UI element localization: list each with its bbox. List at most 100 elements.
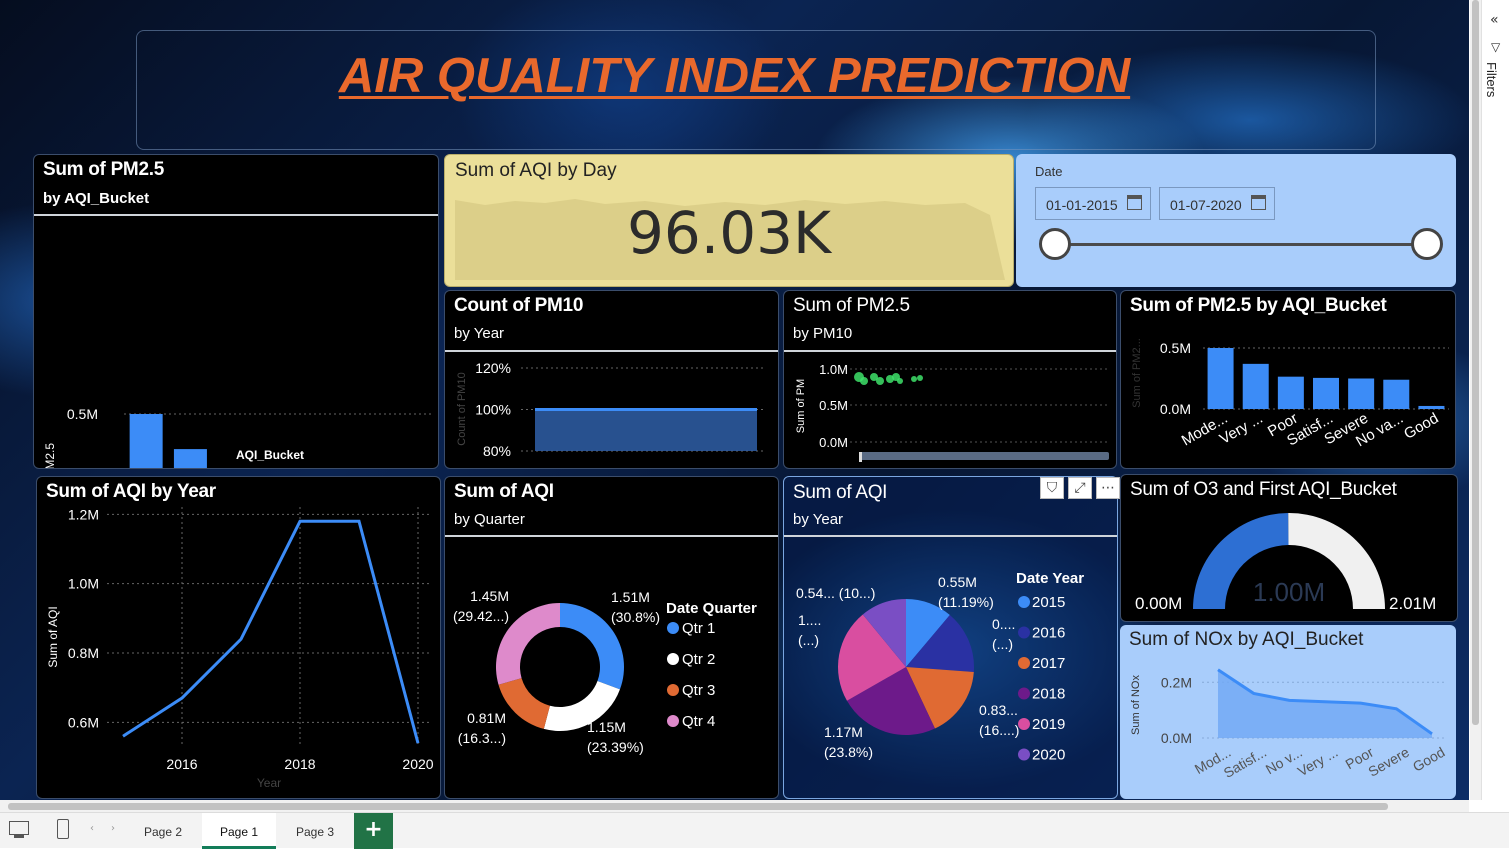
legend-marker <box>1018 596 1030 608</box>
scroll-thumb[interactable] <box>8 803 1388 810</box>
desktop-layout-icon[interactable] <box>9 821 29 835</box>
more-options-icon[interactable]: ⋯ <box>1096 477 1120 499</box>
bar <box>646 409 683 451</box>
data-label-percent: (11.19%) <box>938 594 994 610</box>
pm25-by-pm10-chart[interactable]: Sum of PM2.5 by PM10 1.0M 0.5M 0.0M Sum of … <box>783 290 1117 469</box>
filter-icon[interactable]: ⛉ <box>1040 477 1064 499</box>
nox-bucket-plot: 0.2M0.0MSum of NOxMod...Satisf...No v...… <box>1130 668 1448 781</box>
bar <box>535 409 572 451</box>
data-label-percent: (23.8%) <box>824 744 873 760</box>
data-label-percent: (16.3...) <box>458 730 506 746</box>
series-area <box>1218 669 1432 738</box>
pm25-by-bucket-chart[interactable]: Sum of PM2.5 by AQI_Bucket 0.5M0.0MSum o… <box>33 154 439 469</box>
mobile-layout-icon[interactable] <box>57 819 69 839</box>
start-date-input[interactable]: 01-01-2015 <box>1035 187 1151 220</box>
tab-page-2[interactable]: Page 2 <box>127 813 199 849</box>
data-label-percent: (16....) <box>979 722 1019 738</box>
x-tick-label: 2016 <box>166 756 197 772</box>
y-tick-label: 0.8M <box>68 645 99 661</box>
calendar-icon[interactable] <box>1251 195 1266 210</box>
data-point <box>897 378 903 384</box>
legend-label: Qtr 2 <box>682 651 715 668</box>
filters-label[interactable]: Filters <box>1484 62 1499 97</box>
page-tab-bar: ‹ › Page 2 Page 1 Page 3 + <box>0 812 1509 849</box>
legend-label: 2020 <box>1032 747 1065 764</box>
pm25-by-bucket-chart-2[interactable]: Sum of PM2.5 by AQI_Bucket 0.5M 0.0M Sum o… <box>1120 290 1456 469</box>
bar <box>173 449 207 468</box>
aqi-by-year-line-chart[interactable]: Sum of AQI by Year 1.2M 1.0M 0.8M 0.6M 2016 2… <box>36 476 441 799</box>
data-point <box>876 377 884 385</box>
x-tick-label: 2020 <box>402 756 433 772</box>
legend-marker <box>1018 718 1030 730</box>
y-axis-label: Sum of PM2.5 <box>43 443 57 469</box>
data-point <box>917 375 923 381</box>
y-tick-label: 1.0M <box>68 576 99 592</box>
card-value: 96.03K <box>626 199 832 267</box>
legend-marker <box>667 653 679 665</box>
legend-title: Date Year <box>1016 570 1084 587</box>
scroll-bar <box>859 452 1109 460</box>
aqi-by-year-pie-chart[interactable]: Sum of AQI by Year 0.55M (11.19%) 0.... (..… <box>783 476 1118 799</box>
scroll-thumb[interactable] <box>1472 0 1479 725</box>
filters-pane[interactable]: « ▽ Filters <box>1481 0 1509 800</box>
add-page-button[interactable]: + <box>354 813 393 849</box>
legend-label: 2015 <box>1032 594 1065 611</box>
aqi-year-line-plot: 1.2M 1.0M 0.8M 0.6M 2016 2018 2020 Year Sum of A… <box>46 506 434 790</box>
bar <box>1313 377 1339 409</box>
data-label-value: 0.... <box>992 616 1015 632</box>
funnel-icon: ▽ <box>1491 40 1501 54</box>
legend-marker <box>1018 657 1030 669</box>
focus-mode-icon[interactable]: ⤢ <box>1068 477 1092 499</box>
y-axis-label: Sum of PM2... <box>1131 338 1143 408</box>
bar <box>609 409 646 451</box>
y-tick-label: 120% <box>475 360 511 376</box>
pm25-bucket-plot-2: 0.5M0.0MSum of PM2...Mode...Very ... Poor… <box>1131 338 1449 450</box>
o3-gauge-plot: 1.00M 0.00M 2.01M <box>1135 513 1436 613</box>
data-label-percent: (29.42...) <box>453 608 509 624</box>
y-tick-label: 0.5M <box>819 398 848 413</box>
data-point <box>911 376 917 382</box>
aqi-by-quarter-chart[interactable]: Sum of AQI by Quarter 1.51M (30.8%) 1.15M(… <box>444 476 779 799</box>
bar <box>683 409 720 451</box>
next-page-icon[interactable]: › <box>111 823 115 834</box>
y-tick-label: 80% <box>483 443 511 459</box>
slicer-label: Date <box>1035 164 1063 179</box>
aqi-by-day-card[interactable]: Sum of AQI by Day 96.03K <box>444 154 1014 287</box>
legend-title: Date Quarter <box>666 600 757 617</box>
legend-label: 2016 <box>1032 625 1065 642</box>
date-slicer[interactable]: Date 01-01-2015 01-07-2020 <box>1016 154 1456 287</box>
range-start-handle[interactable] <box>1039 228 1071 260</box>
date-range-track[interactable] <box>1054 243 1428 246</box>
y-axis-label: Sum of PM <box>795 379 807 433</box>
bar <box>129 414 163 468</box>
tab-page-3[interactable]: Page 3 <box>279 813 351 849</box>
nox-by-bucket-chart[interactable]: Sum of NOx by AQI_Bucket 0.2M 0.0M Sum of … <box>1120 625 1456 799</box>
pm10-by-year-chart[interactable]: Count of PM10 by Year 120% 100% 80% Count o… <box>444 290 779 469</box>
y-tick-label: 0.0M <box>819 435 848 450</box>
calendar-icon[interactable] <box>1127 195 1142 210</box>
tab-page-1[interactable]: Page 1 <box>202 813 276 849</box>
data-label-value: 0.55M <box>938 574 977 590</box>
y-tick-label: 1.0M <box>819 362 848 377</box>
y-tick-label: 100% <box>475 402 511 418</box>
data-label-percent: (...) <box>798 632 819 648</box>
o3-gauge-chart[interactable]: Sum of O3 and First AQI_Bucket 1.00M 0.00… <box>1120 474 1458 622</box>
prev-page-icon[interactable]: ‹ <box>90 823 94 834</box>
legend-label: Qtr 1 <box>682 620 715 637</box>
vertical-scrollbar[interactable] <box>1470 0 1481 800</box>
legend-marker <box>1018 687 1030 700</box>
legend-marker <box>667 715 679 727</box>
data-label-value: 1.15M <box>587 719 626 735</box>
bar <box>1277 376 1304 409</box>
y-tick-label: 0.0M <box>1161 730 1192 746</box>
horizontal-scrollbar[interactable] <box>0 800 1469 812</box>
x-axis-label: Year <box>257 776 281 790</box>
gauge-value-label: 1.00M <box>1253 577 1325 607</box>
page-title: AIR QUALITY INDEX PREDICTION <box>338 49 1131 103</box>
collapse-chevron-icon[interactable]: « <box>1490 12 1499 28</box>
legend-label: 2018 <box>1032 686 1065 703</box>
end-date-input[interactable]: 01-07-2020 <box>1159 187 1275 220</box>
range-end-handle[interactable] <box>1411 228 1443 260</box>
bar <box>1383 379 1410 409</box>
visual-header-icons: ⛉ ⤢ ⋯ <box>1040 477 1120 499</box>
